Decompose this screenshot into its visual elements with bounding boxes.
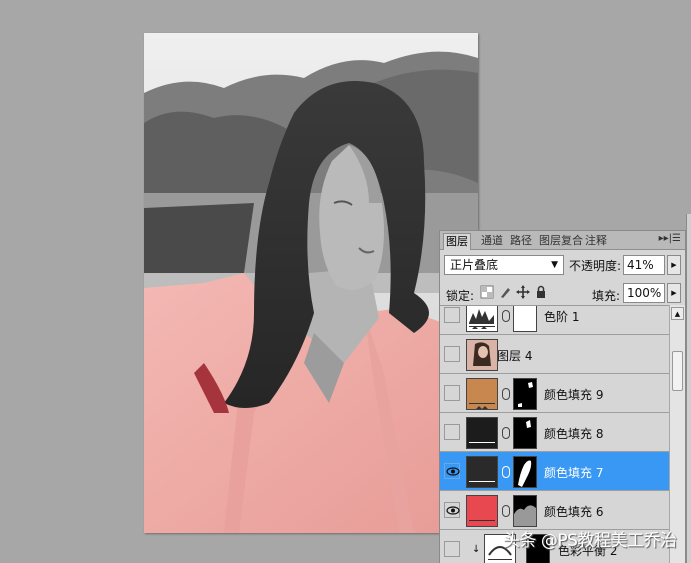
layer-row[interactable]: 颜色填充 9 xyxy=(440,374,669,413)
layer-row[interactable]: 颜色填充 6 xyxy=(440,491,669,530)
tab-layers[interactable]: 图层 xyxy=(443,233,471,250)
link-icon xyxy=(502,466,510,478)
layer-mask-thumbnail xyxy=(513,378,537,410)
visibility-toggle[interactable] xyxy=(444,385,460,401)
layer-thumbnail xyxy=(466,339,498,371)
panel-menu-icon[interactable]: ▸▸|☰ xyxy=(659,233,681,244)
panel-edge xyxy=(686,214,691,563)
lock-all-icon[interactable] xyxy=(534,285,548,299)
link-icon xyxy=(502,310,510,322)
lock-label: 锁定: xyxy=(446,289,475,303)
blend-mode-value: 正片叠底 xyxy=(450,258,499,272)
layer-mask-thumbnail xyxy=(513,306,537,332)
layer-mask-thumbnail xyxy=(513,456,537,488)
layer-row-selected[interactable]: 颜色填充 7 xyxy=(440,452,669,491)
link-icon xyxy=(502,427,510,439)
visibility-toggle[interactable] xyxy=(444,307,460,323)
link-icon xyxy=(502,388,510,400)
panel-tabs: 图层 通道 路径 图层复合 注释 ▸▸|☰ xyxy=(440,231,685,250)
layers-scrollbar[interactable]: ▲ xyxy=(669,305,685,563)
layer-name: 色阶 1 xyxy=(544,310,580,324)
watermark-text: 头条 @PS教程美工乔治 xyxy=(503,531,677,551)
lock-pixels-brush-icon[interactable] xyxy=(498,285,512,299)
tab-paths[interactable]: 路径 xyxy=(508,233,534,250)
lock-position-move-icon[interactable] xyxy=(516,285,530,299)
layers-panel: 图层 通道 路径 图层复合 注释 ▸▸|☰ 正片叠底 ▼ 不透明度: 41% ▶… xyxy=(439,230,686,563)
layer-row[interactable]: 颜色填充 8 xyxy=(440,413,669,452)
visibility-toggle[interactable] xyxy=(444,424,460,440)
layer-row[interactable]: 图层 4 xyxy=(440,335,669,374)
layer-row[interactable]: 色阶 1 xyxy=(440,306,669,335)
layer-name: 图层 4 xyxy=(497,349,533,363)
scroll-up-button[interactable]: ▲ xyxy=(671,307,684,320)
blend-mode-select[interactable]: 正片叠底 ▼ xyxy=(444,255,564,275)
lock-transparent-icon[interactable] xyxy=(480,285,494,299)
visibility-toggle[interactable] xyxy=(444,541,460,557)
visibility-toggle[interactable] xyxy=(444,346,460,362)
tab-channels[interactable]: 通道 xyxy=(479,233,505,250)
fill-color-thumbnail xyxy=(466,378,498,410)
levels-adjustment-icon xyxy=(466,306,498,332)
layer-name: 颜色填充 7 xyxy=(544,466,604,480)
layer-name: 颜色填充 9 xyxy=(544,388,604,402)
photo-image xyxy=(144,33,478,533)
layer-name: 颜色填充 8 xyxy=(544,427,604,441)
fill-input[interactable]: 100% xyxy=(623,283,665,303)
opacity-input[interactable]: 41% xyxy=(623,255,665,275)
tab-layer-comps[interactable]: 图层复合 xyxy=(537,233,585,250)
layer-mask-thumbnail xyxy=(513,417,537,449)
layer-list: 色阶 1 图层 4 颜色填充 9 颜色填充 8 颜色填充 7 颜色填充 6 ↓ … xyxy=(440,305,669,563)
chevron-down-icon: ▼ xyxy=(551,260,558,270)
fill-color-thumbnail xyxy=(466,495,498,527)
layer-mask-thumbnail xyxy=(513,495,537,527)
visibility-eye-icon[interactable] xyxy=(444,502,460,518)
tab-notes[interactable]: 注释 xyxy=(583,233,609,250)
fill-color-thumbnail xyxy=(466,456,498,488)
fill-slider-button[interactable]: ▶ xyxy=(667,283,681,303)
scrollbar-thumb[interactable] xyxy=(672,351,683,391)
fill-color-thumbnail xyxy=(466,417,498,449)
opacity-slider-button[interactable]: ▶ xyxy=(667,255,681,275)
clipping-arrow-icon: ↓ xyxy=(472,544,481,555)
fill-label: 填充: xyxy=(592,289,621,303)
canvas-document[interactable] xyxy=(144,33,478,533)
layer-name: 颜色填充 6 xyxy=(544,505,604,519)
link-icon xyxy=(502,505,510,517)
opacity-label: 不透明度: xyxy=(569,259,622,273)
visibility-eye-icon[interactable] xyxy=(444,463,460,479)
